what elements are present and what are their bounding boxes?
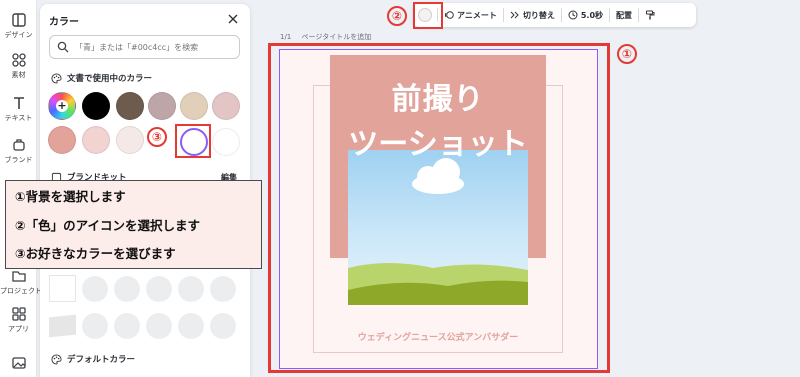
search-icon: [57, 41, 69, 53]
brand-color-placeholder[interactable]: [82, 276, 108, 302]
highlight-box-1: [268, 43, 610, 373]
add-color-button[interactable]: +: [48, 92, 76, 120]
transition-icon: [510, 11, 519, 19]
step-badge-2: ②: [387, 6, 407, 26]
step-badge-1: ①: [617, 44, 637, 64]
brand-color-placeholder[interactable]: [146, 276, 172, 302]
brand-pattern-placeholder[interactable]: [49, 314, 76, 338]
page-title-placeholder[interactable]: ページタイトルを追加: [302, 33, 372, 41]
rail-item-brand[interactable]: ブランド: [0, 137, 37, 165]
duration-label: 5.0秒: [580, 10, 604, 20]
plus-icon: +: [56, 99, 68, 112]
color-swatch[interactable]: [82, 92, 110, 120]
apps-icon: [11, 307, 26, 321]
instruction-callout: ①背景を選択します ②「色」のアイコンを選択します ③お好きなカラーを選びます: [5, 180, 262, 269]
color-swatch[interactable]: [180, 92, 208, 120]
color-swatch[interactable]: [82, 126, 110, 154]
brand-color-placeholder[interactable]: [114, 313, 140, 339]
rail-item-elements[interactable]: 素材: [0, 52, 37, 80]
folder-icon: [11, 271, 26, 282]
rail-label-design: デザイン: [4, 31, 33, 39]
highlight-box-2: [413, 2, 443, 29]
color-swatch[interactable]: [116, 126, 144, 154]
position-label: 配置: [616, 10, 633, 20]
default-colors-heading-text: デフォルトカラー: [67, 355, 136, 365]
duration-button[interactable]: 5.0秒: [562, 3, 609, 27]
clock-icon: [568, 10, 578, 20]
page-label: 1/1: [280, 33, 292, 41]
palette-icon: [51, 353, 62, 365]
color-swatch[interactable]: [116, 92, 144, 120]
highlight-box-3: [175, 124, 211, 158]
rail-label-projects: プロジェクト: [0, 287, 42, 295]
doc-colors-heading: 文書で使用中のカラー: [51, 72, 152, 84]
elements-icon: [11, 53, 26, 67]
step-badge-3: ③: [147, 127, 167, 147]
brand-color-placeholder[interactable]: [114, 276, 140, 302]
instruction-line-1: ①背景を選択します: [15, 189, 126, 204]
context-toolbar: アニメート 切り替え 5.0秒 配置: [413, 3, 696, 27]
palette-icon: [51, 72, 62, 84]
copy-style-button[interactable]: [639, 3, 661, 27]
doc-colors-heading-text: 文書で使用中のカラー: [67, 74, 153, 84]
color-search-box[interactable]: [49, 35, 240, 59]
rail-label-brand: ブランド: [4, 156, 33, 164]
rail-item-design[interactable]: デザイン: [0, 12, 37, 40]
animate-icon: [444, 11, 454, 19]
instruction-line-2: ②「色」のアイコンを選択します: [15, 218, 200, 233]
brand-icon: [12, 139, 25, 151]
brand-color-placeholder[interactable]: [82, 313, 108, 339]
color-search-input[interactable]: [75, 39, 235, 55]
text-icon: [13, 97, 24, 109]
brand-color-placeholder[interactable]: [146, 313, 172, 339]
rail-item-apps[interactable]: アプリ: [0, 306, 37, 334]
paint-roller-icon: [646, 10, 655, 20]
close-icon[interactable]: [226, 12, 240, 26]
rail-label-apps: アプリ: [8, 325, 29, 333]
color-swatch[interactable]: [48, 126, 76, 154]
brand-logo-placeholder[interactable]: [49, 275, 76, 302]
layout-icon: [11, 13, 26, 27]
instruction-line-3: ③お好きなカラーを選びます: [15, 246, 176, 261]
brand-color-placeholder[interactable]: [178, 276, 204, 302]
color-swatch[interactable]: [212, 92, 240, 120]
rail-label-text: テキスト: [4, 114, 33, 122]
rail-item-uploads[interactable]: [0, 355, 37, 371]
animate-label: アニメート: [457, 10, 497, 20]
brand-color-placeholder[interactable]: [210, 313, 236, 339]
default-colors-heading: デフォルトカラー: [51, 353, 135, 365]
brand-color-placeholder[interactable]: [210, 276, 236, 302]
rail-item-text[interactable]: テキスト: [0, 95, 37, 123]
image-icon: [11, 357, 26, 369]
brand-color-placeholder[interactable]: [178, 313, 204, 339]
color-swatch[interactable]: [148, 92, 176, 120]
color-swatch[interactable]: [212, 128, 240, 156]
panel-title: カラー: [49, 17, 79, 28]
transition-label: 切り替え: [522, 10, 555, 20]
position-button[interactable]: 配置: [610, 3, 638, 27]
animate-button[interactable]: アニメート: [438, 3, 503, 27]
transition-button[interactable]: 切り替え: [504, 3, 561, 27]
rail-item-projects[interactable]: プロジェクト: [0, 268, 42, 296]
rail-label-elements: 素材: [11, 71, 26, 79]
